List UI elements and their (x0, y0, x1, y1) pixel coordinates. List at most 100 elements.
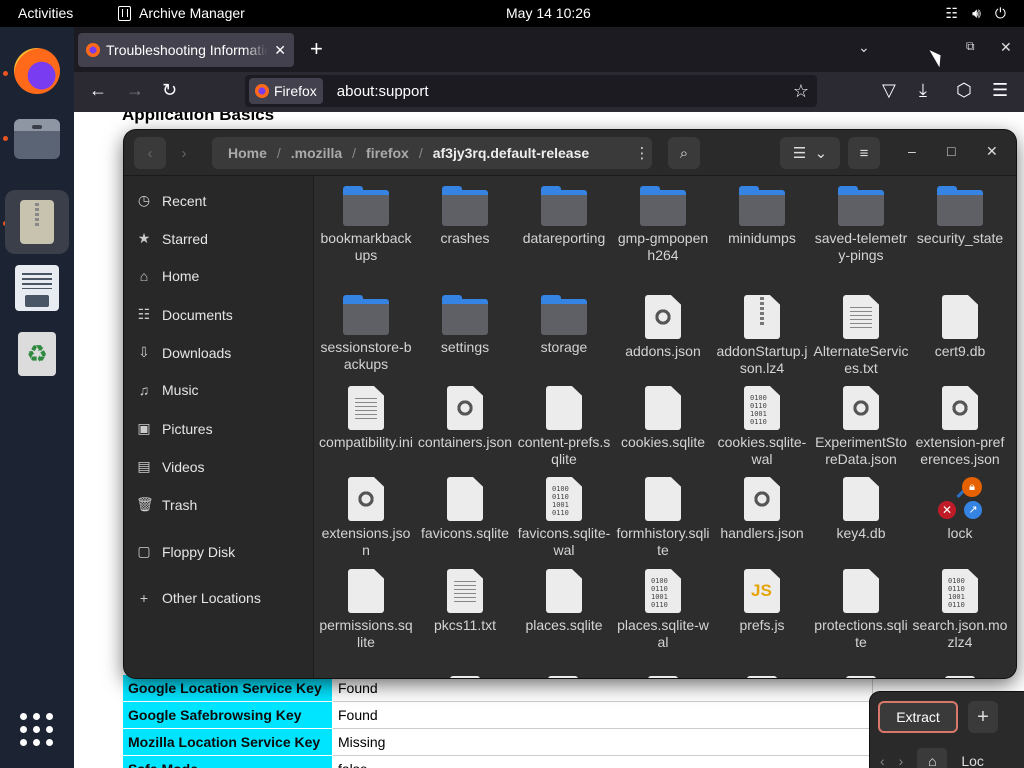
view-list-button[interactable]: ☰ ⌄ (780, 137, 840, 169)
file-name: gmp-gmpopenh264 (617, 230, 709, 263)
folder-item[interactable]: sessionstore-backups (318, 295, 414, 373)
file-item[interactable]: search.json.mozlz4 (912, 569, 1008, 651)
path-current[interactable]: af3jy3rq.default-release (433, 145, 589, 161)
folder-item[interactable]: minidumps (714, 186, 810, 247)
file-item[interactable]: favicons.sqlite-wal (516, 477, 612, 559)
tab-troubleshooting[interactable]: Troubleshooting Information ✕ (78, 33, 294, 67)
main-menu-icon[interactable]: ≡ (848, 137, 880, 169)
dock-trash[interactable]: ♻ (5, 322, 69, 386)
dock-archive-manager[interactable] (5, 190, 69, 254)
folder-item[interactable]: datareporting (516, 186, 612, 247)
forward-icon[interactable]: → (126, 80, 144, 101)
dock-files[interactable] (5, 107, 69, 171)
url-bar[interactable]: Firefox about:support ☆ (245, 75, 817, 107)
close-icon[interactable]: ✕ (986, 143, 998, 160)
home-icon[interactable]: ⌂ (917, 748, 948, 768)
sidebar-item-videos[interactable]: ▤ Videos (136, 458, 204, 475)
folder-item[interactable]: gmp-gmpopenh264 (615, 186, 711, 264)
bookmark-star-icon[interactable]: ☆ (793, 81, 809, 102)
back-icon[interactable]: ‹ (880, 753, 885, 768)
maximize-icon[interactable]: □ (947, 143, 955, 159)
minimize-icon[interactable]: – (908, 143, 916, 159)
clock[interactable]: May 14 10:26 (506, 5, 591, 21)
sidebar-item-label: Music (162, 382, 199, 398)
menu-icon[interactable]: ☰ (992, 80, 1008, 101)
file-item[interactable]: addons.json (615, 295, 711, 360)
file-item[interactable]: addonStartup.json.lz4 (714, 295, 810, 377)
back-nav-button[interactable]: ‹ (134, 137, 166, 169)
identity-box[interactable]: Firefox (249, 78, 323, 104)
pocket-icon[interactable]: ▽ (882, 80, 896, 101)
folder-item[interactable]: storage (516, 295, 612, 356)
sidebar-item-pictures[interactable]: ▣ Pictures (136, 420, 212, 437)
list-all-tabs-icon[interactable]: ⌄ (858, 39, 870, 56)
show-applications-button[interactable] (20, 713, 54, 747)
reload-icon[interactable]: ↻ (162, 80, 177, 101)
url-text[interactable]: about:support (337, 83, 793, 100)
downloads-icon[interactable]: ⤓ (919, 80, 927, 101)
blank-file-icon (546, 569, 582, 613)
dock-text-editor[interactable] (5, 256, 69, 320)
folder-item[interactable]: bookmarkbackups (318, 186, 414, 264)
sidebar-item-recent[interactable]: ◷ Recent (136, 192, 206, 209)
sidebar-item-starred[interactable]: ★ Starred (136, 230, 208, 247)
system-tray[interactable]: ☷ 🔊︎ ⏻ (946, 5, 1006, 22)
file-item[interactable]: containers.json (417, 386, 513, 451)
sidebar-item-documents[interactable]: ☷ Documents (136, 306, 233, 323)
new-tab-button[interactable]: + (310, 37, 323, 61)
file-item[interactable]: pkcs11.txt (417, 569, 513, 634)
folder-item[interactable]: security_state (912, 186, 1008, 247)
sidebar-item-trash[interactable]: 🗑︎ Trash (136, 496, 197, 513)
file-item[interactable]: favicons.sqlite (417, 477, 513, 542)
search-icon[interactable]: ⌕ (668, 137, 700, 169)
table-row: Safe Modefalse (122, 755, 873, 768)
file-item[interactable]: compatibility.ini (318, 386, 414, 451)
file-item[interactable]: cookies.sqlite (615, 386, 711, 451)
extract-button[interactable]: Extract (878, 701, 958, 733)
file-item[interactable]: key4.db (813, 477, 909, 542)
path-home[interactable]: Home (228, 145, 267, 161)
bin-file-icon (942, 569, 978, 613)
tab-close-icon[interactable]: ✕ (274, 42, 286, 59)
sidebar-item-floppy-disk[interactable]: ▢ Floppy Disk (136, 543, 235, 560)
sidebar-item-downloads[interactable]: ⇩ Downloads (136, 344, 231, 361)
maximize-icon[interactable]: ⧉ (966, 39, 975, 54)
file-item[interactable]: permissions.sqlite (318, 569, 414, 651)
folder-item[interactable]: settings (417, 295, 513, 356)
file-item[interactable]: cert9.db (912, 295, 1008, 360)
file-item[interactable]: content-prefs.sqlite (516, 386, 612, 468)
sidebar-item-music[interactable]: ♫ Music (136, 382, 199, 398)
file-item[interactable]: handlers.json (714, 477, 810, 542)
dock-firefox[interactable] (5, 39, 69, 103)
file-item[interactable]: cookies.sqlite-wal (714, 386, 810, 468)
forward-icon[interactable]: › (899, 753, 904, 768)
sidebar-item-label: Downloads (162, 344, 232, 361)
path-mozilla[interactable]: .mozilla (291, 145, 342, 161)
file-item[interactable]: ExperimentStoreData.json (813, 386, 909, 468)
file-item[interactable]: extensions.json (318, 477, 414, 559)
file-item[interactable]: formhistory.sqlite (615, 477, 711, 559)
back-icon[interactable]: ← (89, 80, 107, 101)
file-item[interactable]: prefs.js (714, 569, 810, 634)
file-item[interactable]: extension-preferences.json (912, 386, 1008, 468)
path-firefox[interactable]: firefox (366, 145, 409, 161)
file-item[interactable]: AlternateServices.txt (813, 295, 909, 377)
extensions-icon[interactable]: ⬡ (956, 80, 972, 101)
file-item[interactable]: places.sqlite-wal (615, 569, 711, 651)
app-menu[interactable]: Archive Manager (118, 5, 245, 21)
sidebar-item-home[interactable]: ⌂ Home (136, 268, 200, 284)
path-menu-icon[interactable]: ⋮ (627, 137, 657, 169)
home-icon: ⌂ (139, 268, 149, 284)
file-item[interactable]: protections.sqlite (813, 569, 909, 651)
add-files-button[interactable]: + (968, 701, 998, 733)
recycle-icon: ♻ (18, 332, 56, 376)
file-item[interactable]: places.sqlite (516, 569, 612, 634)
folder-item[interactable]: crashes (417, 186, 513, 247)
sidebar-item-other-locations[interactable]: + Other Locations (136, 590, 261, 606)
folder-item[interactable]: saved-telemetry-pings (813, 186, 909, 264)
table-row: Mozilla Location Service Key Missing (122, 728, 873, 756)
forward-nav-button[interactable]: › (168, 137, 200, 169)
file-item[interactable]: ✕ ↗ 🔒︎ lock (912, 477, 1008, 542)
activities-button[interactable]: Activities (18, 5, 73, 21)
close-window-icon[interactable]: ✕ (1000, 39, 1012, 56)
